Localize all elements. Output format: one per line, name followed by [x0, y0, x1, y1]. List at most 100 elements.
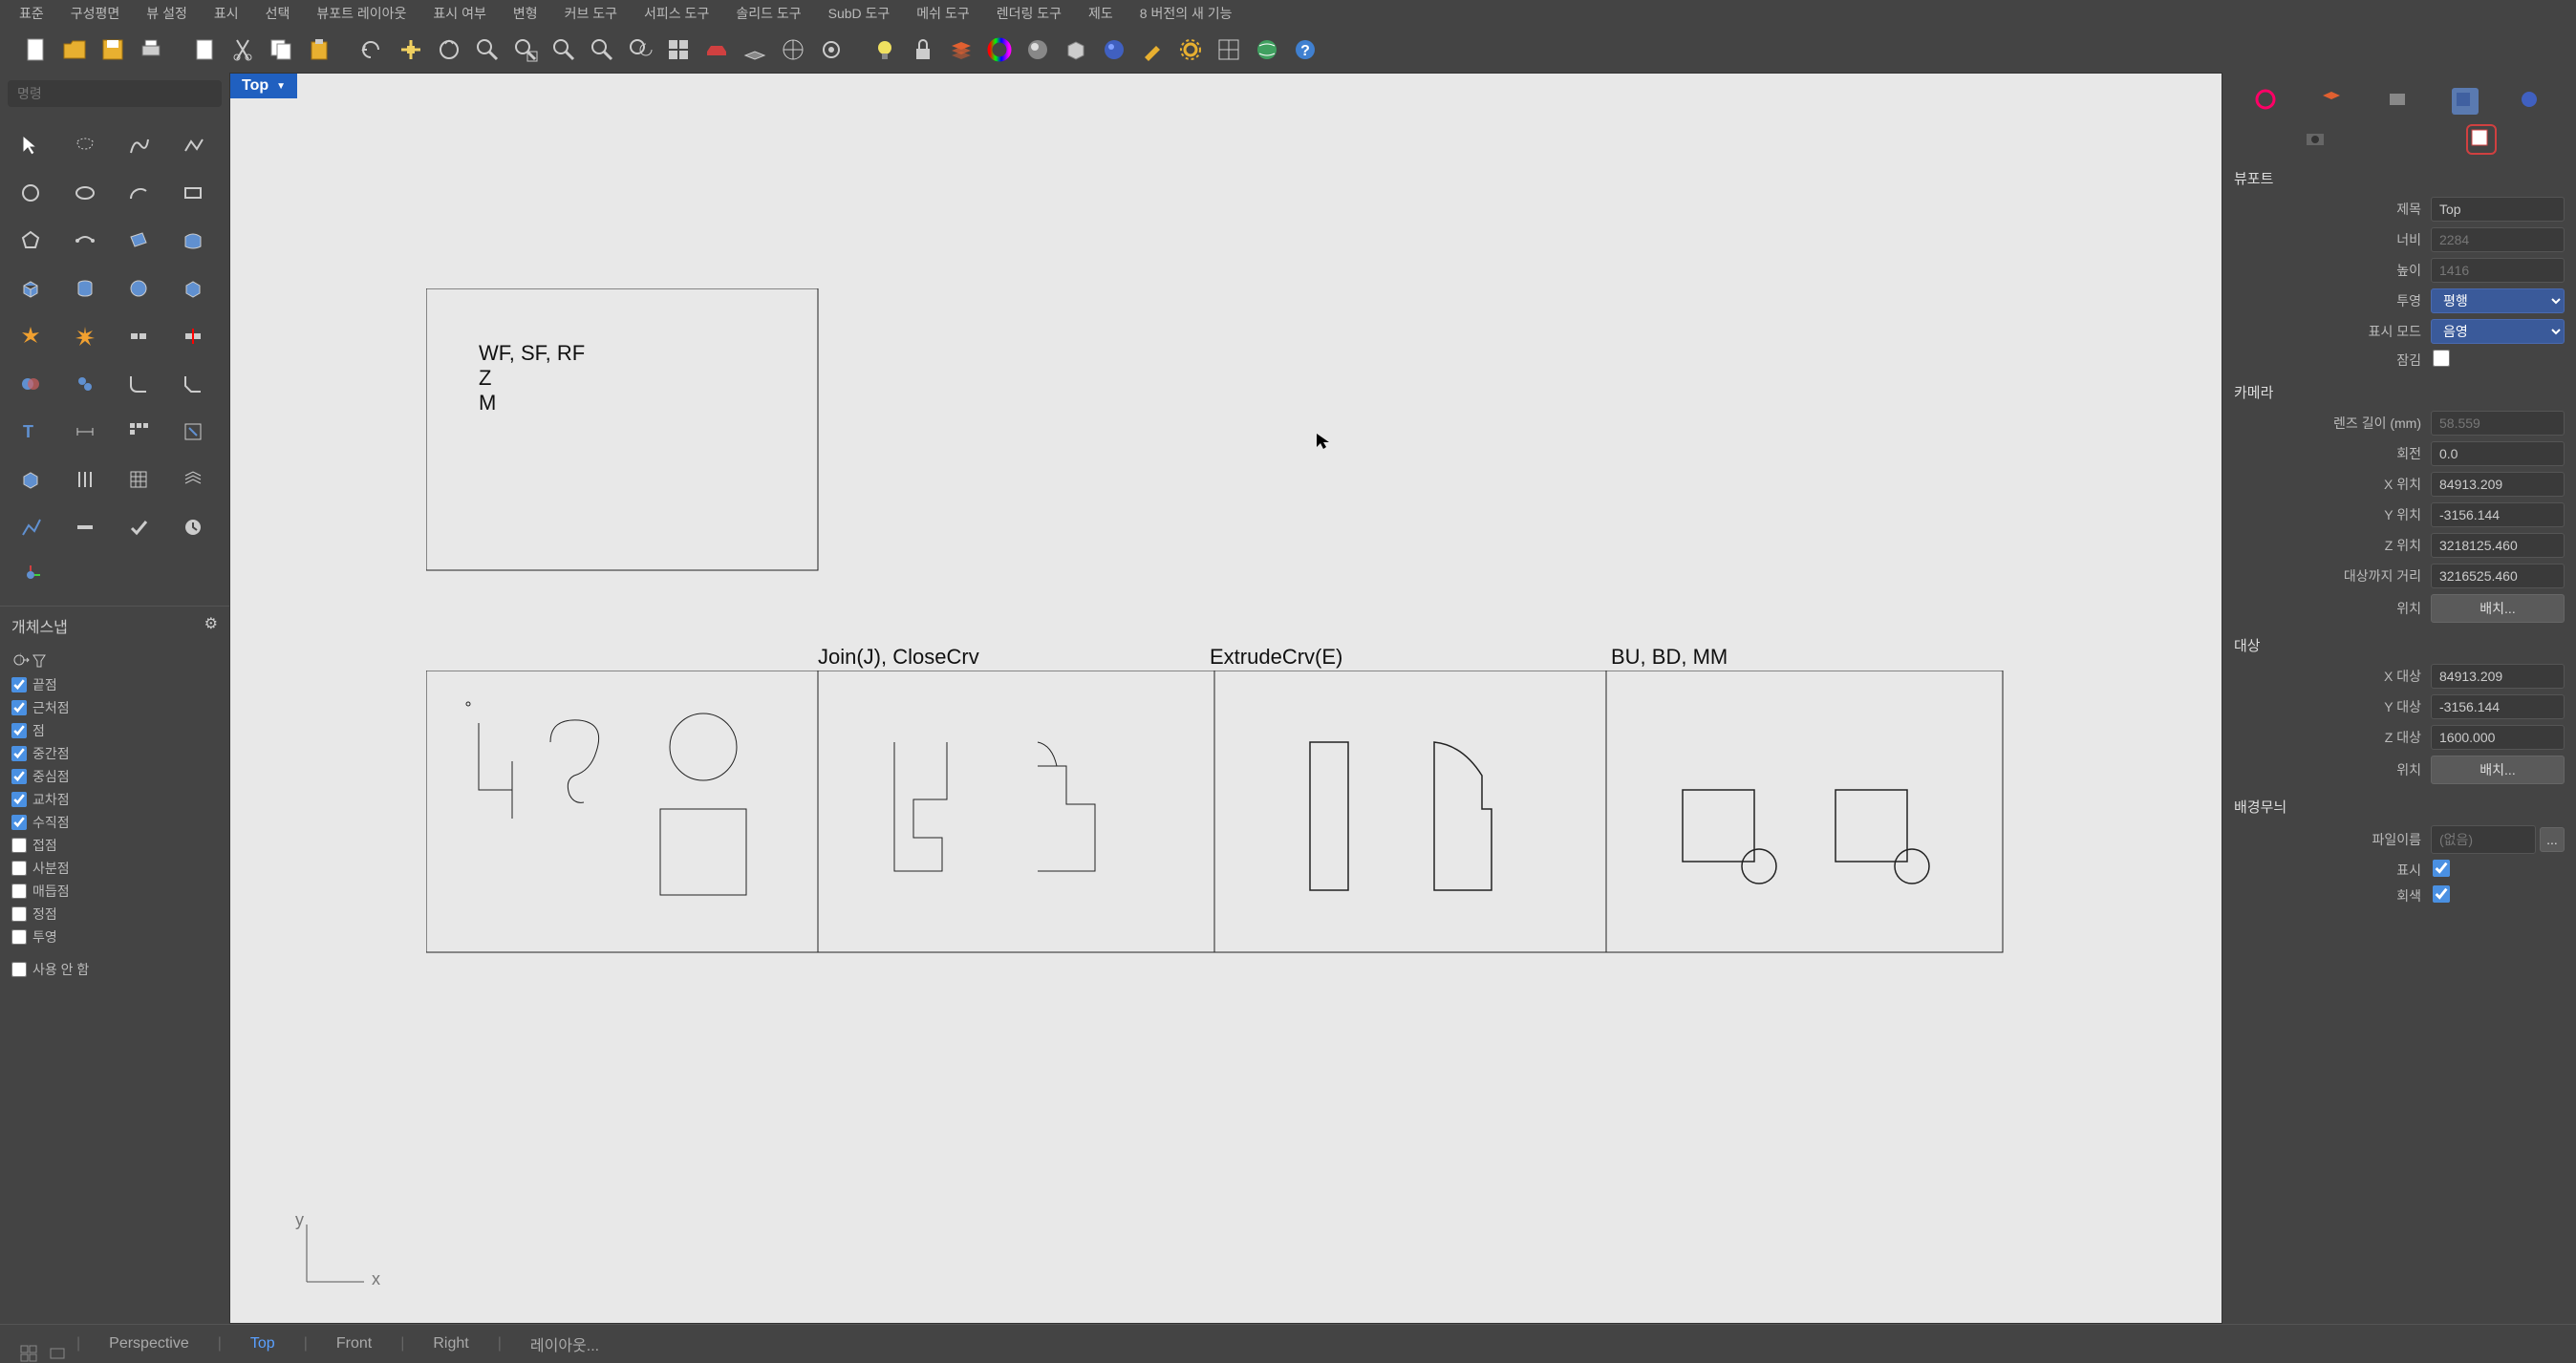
globe-icon[interactable] [1250, 32, 1284, 67]
grid-icon[interactable] [116, 457, 161, 502]
dimension-icon[interactable] [62, 409, 108, 455]
cylinder-icon[interactable] [62, 266, 108, 311]
menu-curve[interactable]: 커브 도구 [565, 4, 617, 23]
menu-newv8[interactable]: 8 버전의 새 기능 [1140, 4, 1233, 23]
sb-right[interactable]: Right [433, 1335, 468, 1352]
prop-ypos[interactable] [2431, 502, 2565, 527]
tab-display-icon[interactable] [2386, 88, 2413, 115]
osnap-near[interactable] [11, 700, 27, 715]
surface-icon[interactable] [116, 218, 161, 264]
car-icon[interactable] [699, 32, 734, 67]
osnap-vertex[interactable] [11, 906, 27, 922]
doc-icon[interactable] [187, 32, 222, 67]
trim-icon[interactable] [170, 313, 216, 359]
layers-icon[interactable] [944, 32, 978, 67]
command-input[interactable] [8, 80, 222, 107]
lasso-icon[interactable] [62, 122, 108, 168]
help-icon[interactable]: ? [1288, 32, 1322, 67]
cplane-world-icon[interactable] [776, 32, 810, 67]
curve-icon[interactable] [116, 122, 161, 168]
menu-vplayout[interactable]: 뷰포트 레이아웃 [316, 4, 406, 23]
prop-file-browse[interactable]: ... [2540, 827, 2565, 852]
ellipse-icon[interactable] [62, 170, 108, 216]
group-icon[interactable] [62, 361, 108, 407]
solid-tools-icon[interactable] [170, 266, 216, 311]
prop-display-mode[interactable]: 음영 [2431, 319, 2565, 344]
prop-dist[interactable] [2431, 564, 2565, 588]
osnap-disable[interactable] [11, 962, 27, 977]
undo-icon[interactable] [355, 32, 390, 67]
prop-locked[interactable] [2433, 350, 2450, 367]
print-icon[interactable] [134, 32, 168, 67]
grid-config-icon[interactable] [1212, 32, 1246, 67]
paste-icon[interactable] [302, 32, 336, 67]
pointer-icon[interactable] [8, 122, 54, 168]
menu-cplane[interactable]: 구성평면 [71, 4, 120, 23]
surface-tools-icon[interactable] [170, 218, 216, 264]
rectangle-icon[interactable] [170, 170, 216, 216]
chamfer-icon[interactable] [170, 361, 216, 407]
osnap-quad[interactable] [11, 861, 27, 876]
osnap-mid[interactable] [11, 746, 27, 761]
menu-display[interactable]: 표시 [214, 4, 239, 23]
sphere-icon[interactable] [116, 266, 161, 311]
sb-top[interactable]: Top [250, 1335, 275, 1352]
zoom-extents-icon[interactable] [547, 32, 581, 67]
prop-title[interactable] [2431, 197, 2565, 222]
menu-solid[interactable]: 솔리드 도구 [736, 4, 801, 23]
viewport-top[interactable]: Top▼ WF, SF, RF Z M Join(J), CloseCrv Ex… [229, 73, 2222, 1324]
menu-visibility[interactable]: 표시 여부 [433, 4, 485, 23]
menu-draft[interactable]: 제도 [1088, 4, 1113, 23]
curve-edit-icon[interactable] [62, 218, 108, 264]
grid-3d-icon[interactable] [170, 457, 216, 502]
osnap-point[interactable] [11, 723, 27, 738]
render-icon[interactable] [1097, 32, 1131, 67]
tab-render-icon[interactable] [2518, 88, 2544, 115]
tab-properties-icon[interactable] [2254, 88, 2281, 115]
pan-icon[interactable] [394, 32, 428, 67]
color-wheel-icon[interactable] [982, 32, 1017, 67]
zoom-dynamic-icon[interactable] [470, 32, 504, 67]
rotate-view-icon[interactable] [432, 32, 466, 67]
osnap-gear-icon[interactable]: ⚙ [204, 614, 218, 637]
circle-icon[interactable] [8, 170, 54, 216]
menu-select[interactable]: 선택 [266, 4, 290, 23]
menu-render[interactable]: 렌더링 도구 [997, 4, 1062, 23]
mesh-box-icon[interactable] [8, 457, 54, 502]
new-file-icon[interactable] [19, 32, 54, 67]
render-sphere-icon[interactable] [1020, 32, 1055, 67]
zoom-prev-icon[interactable] [623, 32, 657, 67]
box-icon[interactable] [8, 266, 54, 311]
osnap-project[interactable] [11, 929, 27, 945]
prop-zt[interactable] [2431, 725, 2565, 750]
text-icon[interactable]: T [8, 409, 54, 455]
tab-materials-icon[interactable] [2452, 88, 2479, 115]
prop-rotation[interactable] [2431, 441, 2565, 466]
menu-standard[interactable]: 표준 [19, 4, 44, 23]
prop-zpos[interactable] [2431, 533, 2565, 558]
burst-icon[interactable] [62, 313, 108, 359]
render-cube-icon[interactable] [1059, 32, 1093, 67]
menu-subd[interactable]: SubD 도구 [828, 4, 891, 23]
tab-frame-icon[interactable] [2468, 126, 2495, 153]
transform-icon[interactable] [170, 409, 216, 455]
measure-icon[interactable] [62, 504, 108, 550]
polyline-icon[interactable] [170, 122, 216, 168]
analyze-icon[interactable] [8, 504, 54, 550]
sb-front[interactable]: Front [336, 1335, 372, 1352]
prop-position-btn[interactable]: 배치... [2431, 594, 2565, 623]
save-file-icon[interactable] [96, 32, 130, 67]
prop-xpos[interactable] [2431, 472, 2565, 497]
osnap-tan[interactable] [11, 838, 27, 853]
prop-xt[interactable] [2431, 664, 2565, 689]
tab-camera-icon[interactable] [2304, 126, 2330, 153]
arc-icon[interactable] [116, 170, 161, 216]
named-views-icon[interactable] [814, 32, 848, 67]
fillet-icon[interactable] [116, 361, 161, 407]
gear-icon[interactable] [1173, 32, 1208, 67]
prop-yt[interactable] [2431, 694, 2565, 719]
zoom-selected-icon[interactable] [585, 32, 619, 67]
prop-show[interactable] [2433, 860, 2450, 877]
osnap-intersect[interactable] [11, 792, 27, 807]
prop-gray[interactable] [2433, 885, 2450, 903]
